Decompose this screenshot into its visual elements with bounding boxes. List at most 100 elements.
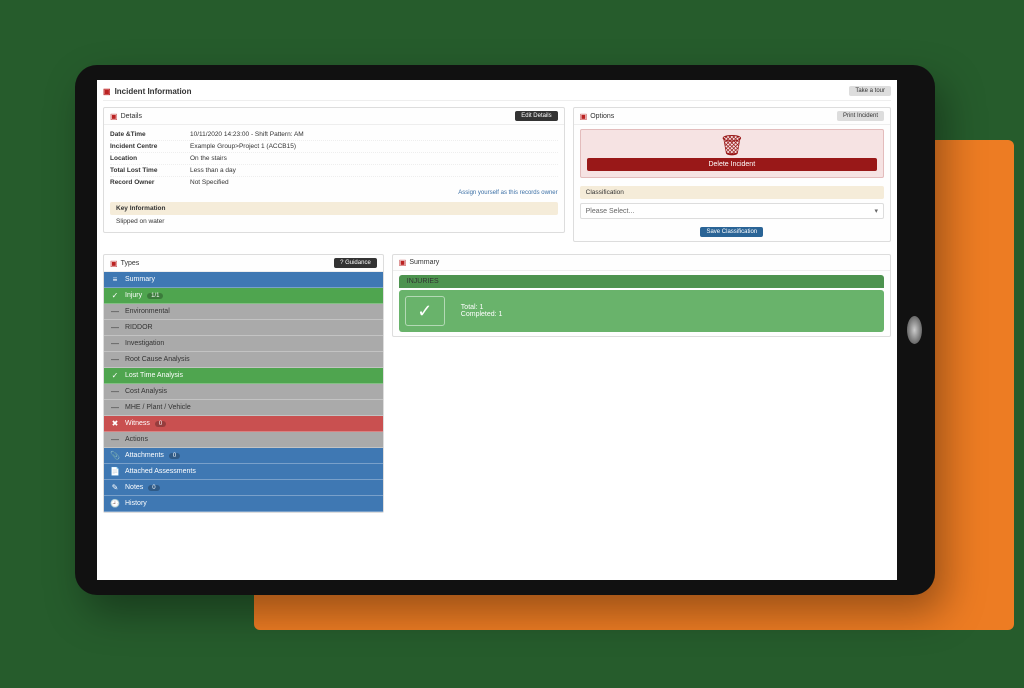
options-title: ▣ Options: [580, 112, 615, 121]
type-item-label: Attachments: [125, 452, 164, 459]
detail-row: Total Lost TimeLess than a day: [110, 165, 558, 177]
type-item-summary[interactable]: ≡ Summary: [104, 272, 383, 288]
type-item-label: Lost Time Analysis: [125, 372, 183, 379]
detail-value: 10/11/2020 14:23:00 - Shift Pattern: AM: [190, 131, 558, 138]
options-icon: ▣: [580, 112, 588, 121]
type-item-label: History: [125, 500, 147, 507]
check-icon: ✓: [405, 296, 445, 326]
type-item-icon: 📎: [110, 451, 120, 460]
type-item-investigation[interactable]: — Investigation: [104, 336, 383, 352]
type-item-label: Attached Assessments: [125, 468, 196, 475]
type-item-icon: ≡: [110, 275, 120, 284]
types-panel: ▣ Types ? Guidance ≡ Summary ✓ Injury 1/1 — En…: [103, 254, 384, 513]
type-item-actions[interactable]: — Actions: [104, 432, 383, 448]
trash-icon: 🗑: [587, 136, 877, 156]
key-info-heading: Key Information: [110, 202, 558, 215]
type-item-icon: ✖: [110, 419, 120, 428]
type-item-icon: —: [110, 339, 120, 348]
key-info-text: Slipped on water: [110, 215, 558, 228]
summary-panel: ▣ Summary INJURIES ✓ Total: 1 Completed:: [392, 254, 891, 337]
detail-key: Location: [110, 155, 190, 162]
type-item-icon: —: [110, 435, 120, 444]
type-item-notes[interactable]: ✎ Notes 0: [104, 480, 383, 496]
summary-title: ▣ Summary: [399, 258, 440, 267]
type-item-icon: 🕘: [110, 499, 120, 508]
details-icon: ▣: [110, 112, 118, 121]
type-item-icon: ✓: [110, 371, 120, 380]
type-item-icon: —: [110, 403, 120, 412]
delete-incident-label: Delete Incident: [587, 158, 877, 171]
type-item-label: Notes: [125, 484, 143, 491]
type-item-riddor[interactable]: — RIDDOR: [104, 320, 383, 336]
types-title: ▣ Types: [110, 259, 139, 268]
chevron-down-icon: ▾: [874, 207, 878, 215]
details-title: ▣ Details: [110, 112, 142, 121]
type-item-history[interactable]: 🕘 History: [104, 496, 383, 512]
details-panel: ▣ Details Edit Details Date &Time10/11/2…: [103, 107, 565, 233]
app-screen: ▣ Incident Information Take a tour ▣ Det…: [97, 80, 897, 580]
take-tour-button[interactable]: Take a tour: [849, 86, 891, 96]
detail-key: Date &Time: [110, 131, 190, 138]
detail-value: Less than a day: [190, 167, 558, 174]
classification-placeholder: Please Select...: [586, 208, 635, 215]
classification-label: Classification: [580, 186, 884, 199]
types-icon: ▣: [110, 259, 118, 268]
type-item-cost-analysis[interactable]: —Cost Analysis: [104, 384, 383, 400]
top-bar: ▣ Incident Information Take a tour: [103, 84, 891, 101]
type-item-badge: 0: [155, 421, 166, 427]
page-title-text: Incident Information: [115, 87, 192, 96]
print-incident-button[interactable]: Print Incident: [837, 111, 884, 121]
type-item-label: Investigation: [125, 340, 164, 347]
type-item-icon: —: [110, 307, 120, 316]
type-item-label: RIDDOR: [125, 324, 153, 331]
type-item-label: Cost Analysis: [125, 388, 167, 395]
options-panel: ▣ Options Print Incident 🗑 Delete Incide…: [573, 107, 891, 242]
page-title: ▣ Incident Information: [103, 87, 191, 96]
type-item-root-cause-analysis[interactable]: — Root Cause Analysis: [104, 352, 383, 368]
delete-incident-button[interactable]: 🗑 Delete Incident: [580, 129, 884, 178]
assign-owner-link[interactable]: Assign yourself as this records owner: [110, 188, 558, 198]
summary-card[interactable]: INJURIES ✓ Total: 1 Completed: 1: [399, 275, 884, 332]
summary-stats: Total: 1 Completed: 1: [461, 304, 503, 318]
type-item-badge: 0: [169, 453, 180, 459]
guidance-button[interactable]: ? Guidance: [334, 258, 377, 268]
type-item-attachments[interactable]: 📎 Attachments 0: [104, 448, 383, 464]
edit-details-button[interactable]: Edit Details: [515, 111, 557, 121]
type-item-mhe-plant-vehicle[interactable]: — MHE / Plant / Vehicle: [104, 400, 383, 416]
type-item-injury[interactable]: ✓ Injury 1/1: [104, 288, 383, 304]
detail-key: Record Owner: [110, 179, 190, 186]
detail-key: Incident Centre: [110, 143, 190, 150]
summary-card-title: INJURIES: [399, 275, 884, 288]
type-item-label: Root Cause Analysis: [125, 356, 190, 363]
detail-value: Example Group>Project 1 (ACCB15): [190, 143, 558, 150]
type-item-label: Witness: [125, 420, 150, 427]
detail-row: Record OwnerNot Specified: [110, 177, 558, 188]
type-item-badge: 1/1: [147, 293, 163, 299]
tablet-frame: ▣ Incident Information Take a tour ▣ Det…: [75, 65, 935, 595]
detail-row: Incident CentreExample Group>Project 1 (…: [110, 141, 558, 153]
type-item-icon: ✎: [110, 483, 120, 492]
classification-select[interactable]: Please Select... ▾: [580, 203, 884, 219]
detail-value: On the stairs: [190, 155, 558, 162]
detail-row: Date &Time10/11/2020 14:23:00 - Shift Pa…: [110, 129, 558, 141]
type-item-attached-assessments[interactable]: 📄Attached Assessments: [104, 464, 383, 480]
save-classification-button[interactable]: Save Classification: [700, 227, 763, 237]
type-item-label: Actions: [125, 436, 148, 443]
type-item-lost-time-analysis[interactable]: ✓ Lost Time Analysis: [104, 368, 383, 384]
type-item-label: Environmental: [125, 308, 170, 315]
summary-icon: ▣: [399, 258, 407, 267]
type-item-icon: ✓: [110, 291, 120, 300]
types-list: ≡Summary✓Injury1/1—Environmental—RIDDOR—…: [104, 272, 383, 512]
type-item-environmental[interactable]: — Environmental: [104, 304, 383, 320]
type-item-label: Summary: [125, 276, 155, 283]
detail-row: LocationOn the stairs: [110, 153, 558, 165]
type-item-witness[interactable]: ✖ Witness 0: [104, 416, 383, 432]
detail-key: Total Lost Time: [110, 167, 190, 174]
type-item-badge: 0: [148, 485, 159, 491]
type-item-icon: —: [110, 323, 120, 332]
type-item-label: MHE / Plant / Vehicle: [125, 404, 191, 411]
detail-value: Not Specified: [190, 179, 558, 186]
type-item-icon: —: [110, 355, 120, 364]
type-item-label: Injury: [125, 292, 142, 299]
incident-icon: ▣: [103, 87, 111, 96]
